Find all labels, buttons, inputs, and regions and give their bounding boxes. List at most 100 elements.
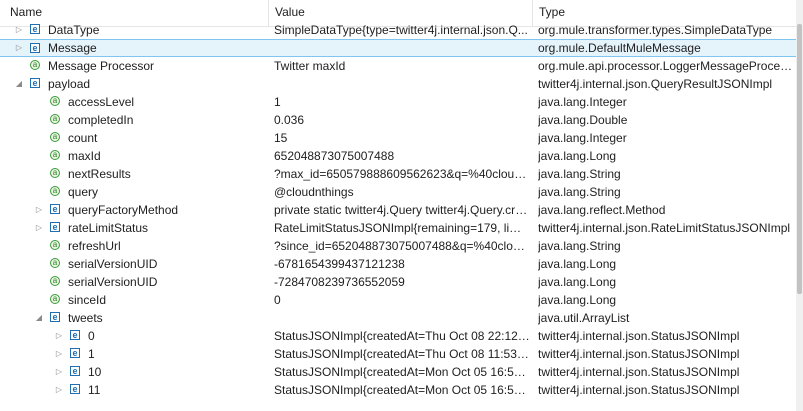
object-e-icon: e bbox=[70, 348, 80, 358]
row-type-cell: java.lang.Integer bbox=[538, 95, 627, 109]
row-name-label: completedIn bbox=[68, 113, 134, 127]
object-e-icon: e bbox=[30, 78, 40, 88]
tree-row[interactable]: ▷ e DataType SimpleDataType{type=twitter4j.… bbox=[0, 21, 796, 39]
chevron-right-icon[interactable]: ▷ bbox=[34, 201, 44, 219]
row-name-label: serialVersionUID bbox=[68, 275, 158, 289]
row-type-cell: java.lang.Long bbox=[538, 275, 617, 289]
row-value-cell: ?since_id=652048873075007488&q=%40cloudn… bbox=[274, 239, 530, 253]
row-type-cell: org.mule.transformer.types.SimpleDataTyp… bbox=[538, 23, 773, 37]
tree-row[interactable]: ▷ e 1 StatusJSONImpl{createdAt=Thu Oct 08 1… bbox=[0, 345, 796, 363]
row-value-cell: SimpleDataType{type=twitter4j.internal.j… bbox=[274, 23, 528, 37]
row-value-cell: 15 bbox=[274, 131, 288, 145]
row-type-cell: java.lang.Integer bbox=[538, 131, 627, 145]
tree-row[interactable]: a accessLevel 1 java.lang.Integer bbox=[0, 93, 796, 111]
row-value-cell: StatusJSONImpl{createdAt=Mon Oct 05 16:5… bbox=[274, 365, 530, 379]
row-name-cell: ▷ e 0 bbox=[0, 327, 268, 345]
tree-row[interactable]: a refreshUrl ?since_id=652048873075007488&… bbox=[0, 237, 796, 255]
row-name-label: queryFactoryMethod bbox=[68, 203, 179, 217]
tree-row[interactable]: a sinceId 0 java.lang.Long bbox=[0, 291, 796, 309]
row-type-cell: twitter4j.internal.json.StatusJSONImpl bbox=[538, 347, 740, 361]
object-e-icon: e bbox=[30, 24, 40, 34]
tree-row[interactable]: ▷ e rateLimitStatus RateLimitStatusJSONImpl… bbox=[0, 219, 796, 237]
tree-row[interactable]: a count 15 java.lang.Integer bbox=[0, 129, 796, 147]
chevron-right-icon[interactable]: ▷ bbox=[54, 363, 64, 381]
chevron-down-icon[interactable]: ◢ bbox=[34, 309, 44, 327]
row-type-cell: java.util.ArrayList bbox=[538, 311, 630, 325]
row-value-cell: private static twitter4j.Query twitter4j… bbox=[274, 203, 530, 217]
tree-row[interactable]: a maxId 652048873075007488 java.lang.Long bbox=[0, 147, 796, 165]
tree-row[interactable]: ◢ e tweets java.util.ArrayList bbox=[0, 309, 796, 327]
row-name-label: serialVersionUID bbox=[68, 257, 158, 271]
attribute-a-icon: a bbox=[50, 168, 60, 178]
row-name-label: 11 bbox=[88, 383, 101, 397]
row-type-cell: java.lang.Long bbox=[538, 293, 617, 307]
row-name-cell: a serialVersionUID bbox=[0, 255, 268, 273]
chevron-right-icon[interactable]: ▷ bbox=[54, 345, 64, 363]
object-e-icon: e bbox=[70, 366, 80, 376]
attribute-a-icon: a bbox=[50, 258, 60, 268]
row-name-cell: ▷ e Message bbox=[0, 40, 268, 56]
row-name-cell: a accessLevel bbox=[0, 93, 268, 111]
row-name-cell: a Message Processor bbox=[0, 57, 268, 75]
row-type-cell: java.lang.reflect.Method bbox=[538, 203, 666, 217]
attribute-a-icon: a bbox=[50, 276, 60, 286]
row-value-cell bbox=[274, 75, 530, 93]
tree-row[interactable]: a query @cloudnthings java.lang.String bbox=[0, 183, 796, 201]
row-value-cell: @cloudnthings bbox=[274, 185, 354, 199]
tree-row[interactable]: ▷ e Message org.mule.DefaultMuleMessage bbox=[0, 39, 796, 57]
row-name-label: 1 bbox=[88, 347, 95, 361]
row-type-cell: java.lang.Long bbox=[538, 257, 617, 271]
row-name-label: count bbox=[68, 131, 98, 145]
row-name-label: 10 bbox=[88, 365, 102, 379]
tree-row[interactable]: ◢ e payload twitter4j.internal.json.QueryRe… bbox=[0, 75, 796, 93]
tree-row[interactable]: a nextResults ?max_id=650579888609562623&q… bbox=[0, 165, 796, 183]
row-value-cell: RateLimitStatusJSONImpl{remaining=179, l… bbox=[274, 221, 530, 235]
vertical-scrollbar[interactable] bbox=[796, 0, 803, 411]
object-e-icon: e bbox=[70, 330, 80, 340]
attribute-a-icon: a bbox=[50, 186, 60, 196]
variables-tree: Name Value Type ▷ e DataType SimpleDataType… bbox=[0, 0, 796, 411]
row-value-cell: StatusJSONImpl{createdAt=Mon Oct 05 16:5… bbox=[274, 383, 530, 397]
row-type-cell: org.mule.DefaultMuleMessage bbox=[538, 41, 701, 55]
row-name-label: rateLimitStatus bbox=[68, 221, 149, 235]
tree-row[interactable]: ▷ e queryFactoryMethod private static twitt… bbox=[0, 201, 796, 219]
row-name-label: Message Processor bbox=[48, 59, 155, 73]
tree-row[interactable]: ▷ e 0 StatusJSONImpl{createdAt=Thu Oct 08 2… bbox=[0, 327, 796, 345]
scrollbar-thumb[interactable] bbox=[797, 24, 802, 294]
row-value-cell bbox=[274, 309, 530, 327]
chevron-right-icon[interactable]: ▷ bbox=[54, 381, 64, 399]
row-value-cell: -6781654399437121238 bbox=[274, 257, 405, 271]
attribute-a-icon: a bbox=[30, 60, 40, 70]
row-type-cell: twitter4j.internal.json.StatusJSONImpl bbox=[538, 383, 740, 397]
object-e-icon: e bbox=[70, 384, 80, 394]
chevron-right-icon[interactable]: ▷ bbox=[54, 327, 64, 345]
attribute-a-icon: a bbox=[50, 114, 60, 124]
row-value-cell: 0.036 bbox=[274, 113, 305, 127]
tree-row[interactable]: a serialVersionUID -7284708239736552059 jav… bbox=[0, 273, 796, 291]
attribute-a-icon: a bbox=[50, 96, 60, 106]
tree-row[interactable]: ▷ e 11 StatusJSONImpl{createdAt=Mon Oct 05 … bbox=[0, 381, 796, 399]
row-name-label: refreshUrl bbox=[68, 239, 121, 253]
attribute-a-icon: a bbox=[50, 294, 60, 304]
tree-row[interactable]: a Message Processor Twitter maxId org.mule.… bbox=[0, 57, 796, 75]
row-name-label: tweets bbox=[68, 311, 103, 325]
chevron-down-icon[interactable]: ◢ bbox=[14, 75, 24, 93]
tree-row[interactable]: a serialVersionUID -6781654399437121238 jav… bbox=[0, 255, 796, 273]
row-name-cell: ◢ e payload bbox=[0, 75, 268, 93]
tree-row[interactable]: a completedIn 0.036 java.lang.Double bbox=[0, 111, 796, 129]
chevron-right-icon[interactable]: ▷ bbox=[34, 219, 44, 237]
chevron-right-icon[interactable]: ▷ bbox=[14, 21, 24, 39]
row-value-cell: StatusJSONImpl{createdAt=Thu Oct 08 11:5… bbox=[274, 347, 530, 361]
row-name-cell: ◢ e tweets bbox=[0, 309, 268, 327]
row-type-cell: java.lang.String bbox=[538, 185, 621, 199]
row-name-cell: a query bbox=[0, 183, 268, 201]
chevron-right-icon[interactable]: ▷ bbox=[14, 40, 24, 56]
row-name-label: 0 bbox=[88, 329, 95, 343]
row-name-label: payload bbox=[48, 77, 91, 91]
row-name-cell: a maxId bbox=[0, 147, 268, 165]
row-type-cell: twitter4j.internal.json.RateLimitStatusJ… bbox=[538, 221, 791, 235]
tree-row[interactable]: ▷ e 10 StatusJSONImpl{createdAt=Mon Oct 05 … bbox=[0, 363, 796, 381]
attribute-a-icon: a bbox=[50, 132, 60, 142]
row-name-cell: ▷ e 10 bbox=[0, 363, 268, 381]
row-name-cell: a nextResults bbox=[0, 165, 268, 183]
